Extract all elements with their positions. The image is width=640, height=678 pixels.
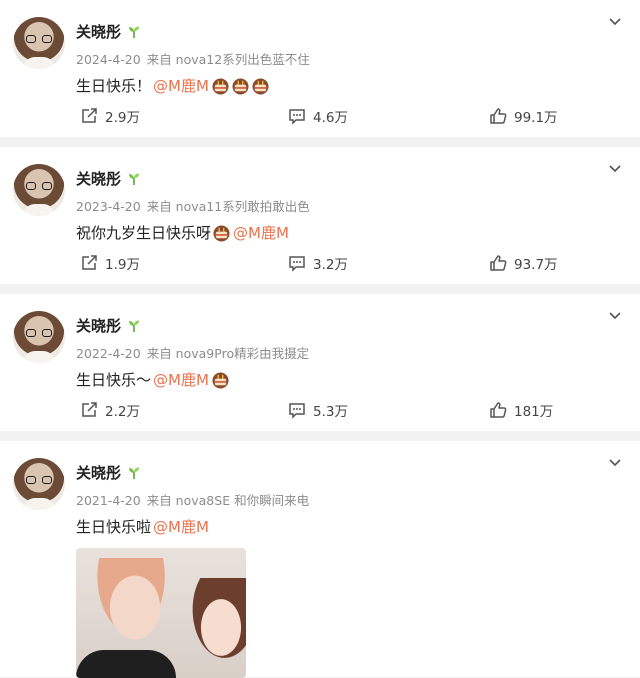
sprout-icon [127,25,141,39]
cake-icon [211,77,231,95]
username[interactable]: 关晓彤 [76,315,141,336]
repost-button[interactable]: 2.9万 [80,106,140,126]
weibo-post: 关晓彤 2024-4-20 来自 nova12系列出色蓝不住 生日快乐！ @M鹿M… [0,0,640,137]
repost-icon [82,255,97,270]
avatar[interactable] [13,164,65,216]
post-date: 2022-4-20 [76,346,141,361]
thumbs-up-icon [490,402,507,418]
sprout-icon [127,466,141,480]
comment-button[interactable]: 3.2万 [288,253,348,273]
username[interactable]: 关晓彤 [76,462,141,483]
username[interactable]: 关晓彤 [76,168,141,189]
thumbs-up-icon [490,255,507,271]
comment-icon [289,403,305,419]
weibo-post: 关晓彤 2023-4-20 来自 nova11系列敢拍敢出色 祝你九岁生日快乐呀 … [0,147,640,284]
weibo-post: 关晓彤 2021-4-20 来自 nova8SE 和你瞬间来电 生日快乐啦 @M鹿… [0,441,640,678]
action-bar: 2.2万 5.3万 181万 [0,400,640,424]
comment-icon [289,109,305,125]
post-text: 生日快乐！ @M鹿M [76,75,271,96]
repost-button[interactable]: 1.9万 [80,253,140,273]
repost-icon [82,402,97,417]
cake-icon [211,371,231,389]
chevron-down-icon[interactable] [608,161,622,175]
chevron-down-icon[interactable] [608,455,622,469]
sprout-icon [127,172,141,186]
comment-button[interactable]: 5.3万 [288,400,348,420]
avatar[interactable] [13,458,65,510]
post-text: 生日快乐啦 @M鹿M [76,516,209,537]
cake-icon [251,77,271,95]
comment-icon [289,256,305,272]
like-button[interactable]: 181万 [489,400,553,420]
action-bar: 2.9万 4.6万 99.1万 [0,106,640,130]
avatar[interactable] [13,17,65,69]
chevron-down-icon[interactable] [608,308,622,322]
chevron-down-icon[interactable] [608,14,622,28]
comment-button[interactable]: 4.6万 [288,106,348,126]
like-button[interactable]: 99.1万 [489,106,558,126]
avatar[interactable] [13,311,65,363]
cake-icon [231,77,251,95]
thumbs-up-icon [490,108,507,124]
post-meta: 2023-4-20 来自 nova11系列敢拍敢出色 [76,196,316,215]
post-photo[interactable] [76,548,246,678]
like-button[interactable]: 93.7万 [489,253,558,273]
post-source: 来自 nova11系列敢拍敢出色 [146,199,310,214]
post-meta: 2022-4-20 来自 nova9Pro精彩由我摄定 [76,343,315,362]
weibo-post: 关晓彤 2022-4-20 来自 nova9Pro精彩由我摄定 生日快乐～ @M鹿… [0,294,640,431]
mention-link[interactable]: @M鹿M [233,222,289,243]
repost-button[interactable]: 2.2万 [80,400,140,420]
mention-link[interactable]: @M鹿M [153,516,209,537]
post-date: 2024-4-20 [76,52,141,67]
post-source: 来自 nova9Pro精彩由我摄定 [146,346,310,361]
action-bar: 1.9万 3.2万 93.7万 [0,253,640,277]
mention-link[interactable]: @M鹿M [153,369,209,390]
post-text: 祝你九岁生日快乐呀 @M鹿M [76,222,289,243]
post-date: 2021-4-20 [76,493,141,508]
post-text: 生日快乐～ @M鹿M [76,369,231,390]
repost-icon [82,108,97,123]
username[interactable]: 关晓彤 [76,21,141,42]
post-source: 来自 nova8SE 和你瞬间来电 [146,493,310,508]
sprout-icon [127,319,141,333]
mention-link[interactable]: @M鹿M [153,75,209,96]
post-meta: 2021-4-20 来自 nova8SE 和你瞬间来电 [76,490,315,509]
post-source: 来自 nova12系列出色蓝不住 [146,52,310,67]
cake-icon [211,224,231,242]
post-meta: 2024-4-20 来自 nova12系列出色蓝不住 [76,49,316,68]
post-date: 2023-4-20 [76,199,141,214]
